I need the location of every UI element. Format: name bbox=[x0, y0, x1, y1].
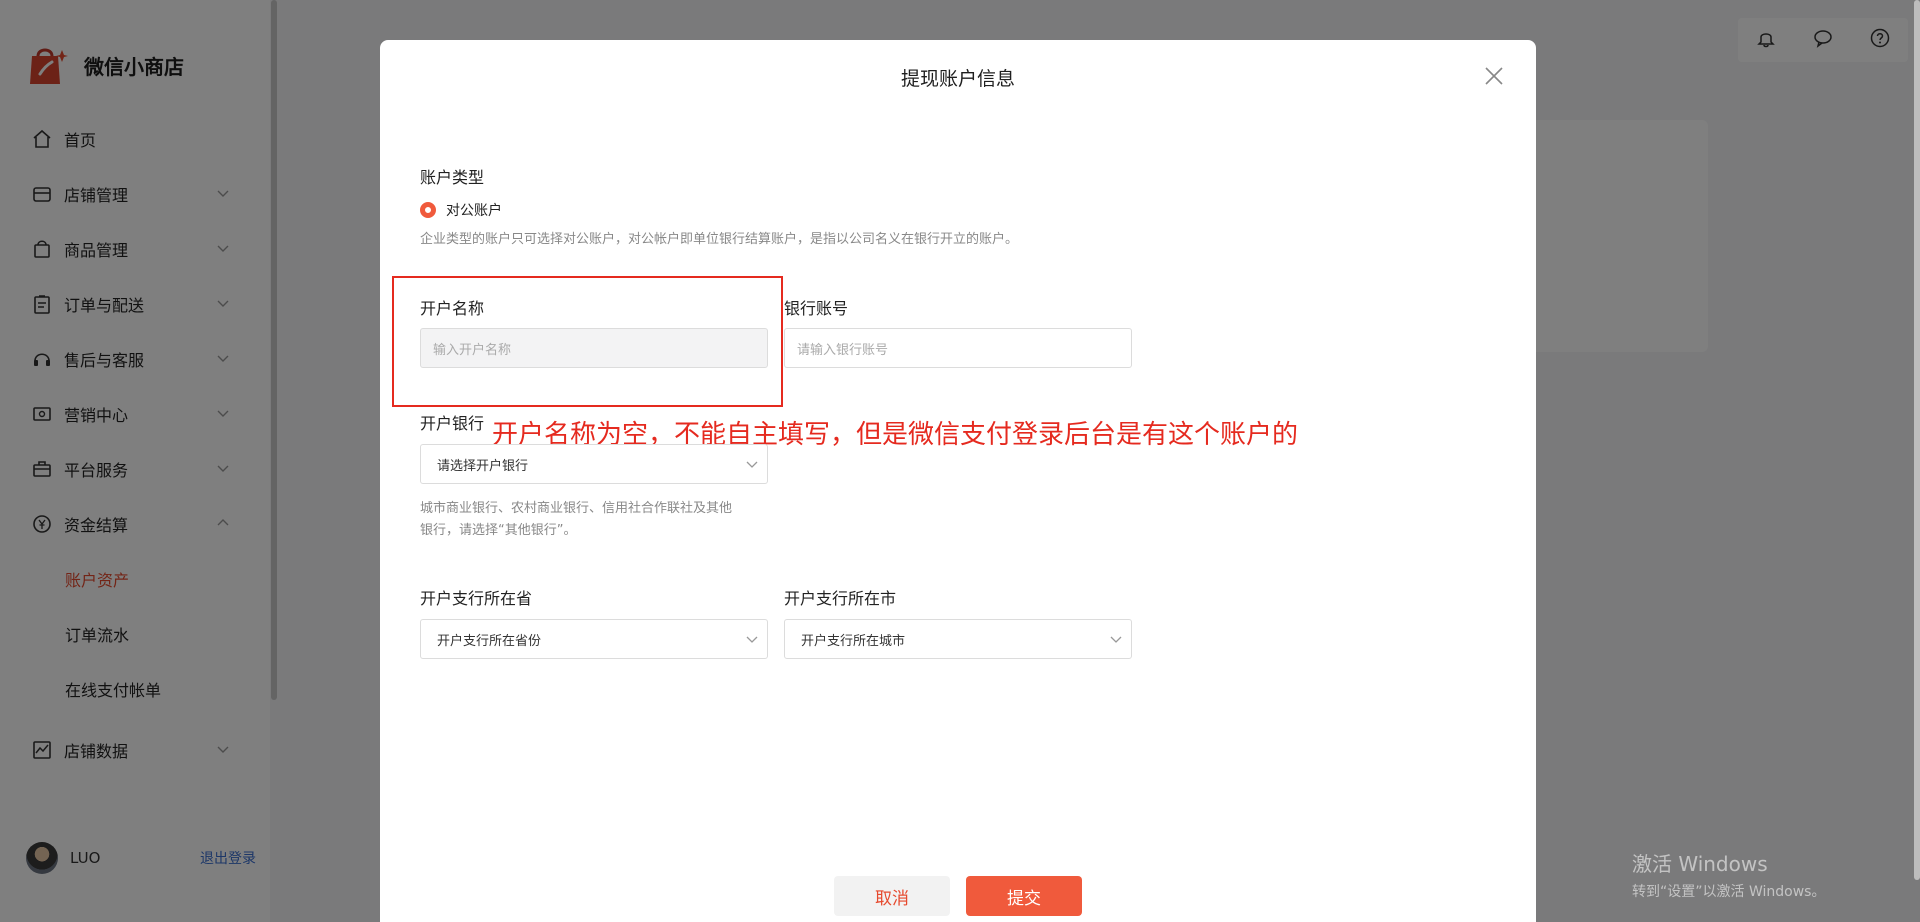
watermark-line1: 激活 Windows bbox=[1632, 852, 1768, 876]
radio-checked-icon bbox=[420, 202, 436, 218]
bank-account-input[interactable]: 请输入银行账号 bbox=[784, 328, 1132, 368]
account-type-label: 账户类型 bbox=[420, 168, 485, 187]
chevron-down-icon bbox=[1110, 636, 1122, 643]
account-name-input[interactable]: 输入开户名称 bbox=[420, 328, 768, 368]
city-select-value: 开户支行所在城市 bbox=[801, 633, 906, 649]
bank-account-label: 银行账号 bbox=[784, 299, 849, 318]
withdraw-account-dialog: 提现账户信息 账户类型 对公账户 企业类型的账户只可选择对公账户，对公帐户即单位… bbox=[380, 40, 1536, 922]
watermark-line2: 转到“设置”以激活 Windows。 bbox=[1632, 884, 1826, 900]
city-label: 开户支行所在市 bbox=[784, 589, 897, 608]
bank-hint-line1: 城市商业银行、农村商业银行、信用社合作联社及其他 bbox=[420, 501, 733, 516]
chevron-down-icon bbox=[746, 636, 758, 643]
bank-label: 开户银行 bbox=[420, 414, 485, 433]
city-select[interactable]: 开户支行所在城市 bbox=[784, 619, 1132, 659]
chevron-down-icon bbox=[746, 461, 758, 468]
account-type-hint: 企业类型的账户只可选择对公账户，对公帐户即单位银行结算账户，是指以公司名义在银行… bbox=[420, 232, 1019, 247]
bank-hint-line2: 银行，请选择“其他银行”。 bbox=[420, 523, 577, 538]
close-icon[interactable] bbox=[1482, 64, 1506, 88]
dialog-title: 提现账户信息 bbox=[900, 68, 1015, 90]
province-select-value: 开户支行所在省份 bbox=[437, 633, 542, 649]
windows-activation-watermark: 激活 Windows 转到“设置”以激活 Windows。 bbox=[1632, 848, 1825, 901]
account-type-radio-corporate[interactable]: 对公账户 bbox=[420, 200, 502, 220]
province-select[interactable]: 开户支行所在省份 bbox=[420, 619, 768, 659]
radio-label: 对公账户 bbox=[446, 203, 502, 219]
bank-select[interactable]: 请选择开户银行 bbox=[420, 444, 768, 484]
submit-button[interactable]: 提交 bbox=[966, 876, 1082, 916]
cancel-button[interactable]: 取消 bbox=[834, 876, 950, 916]
bank-select-value: 请选择开户银行 bbox=[437, 458, 529, 474]
account-name-label: 开户名称 bbox=[420, 299, 485, 318]
page-scrollbar[interactable] bbox=[1914, 0, 1920, 880]
province-label: 开户支行所在省 bbox=[420, 589, 533, 608]
